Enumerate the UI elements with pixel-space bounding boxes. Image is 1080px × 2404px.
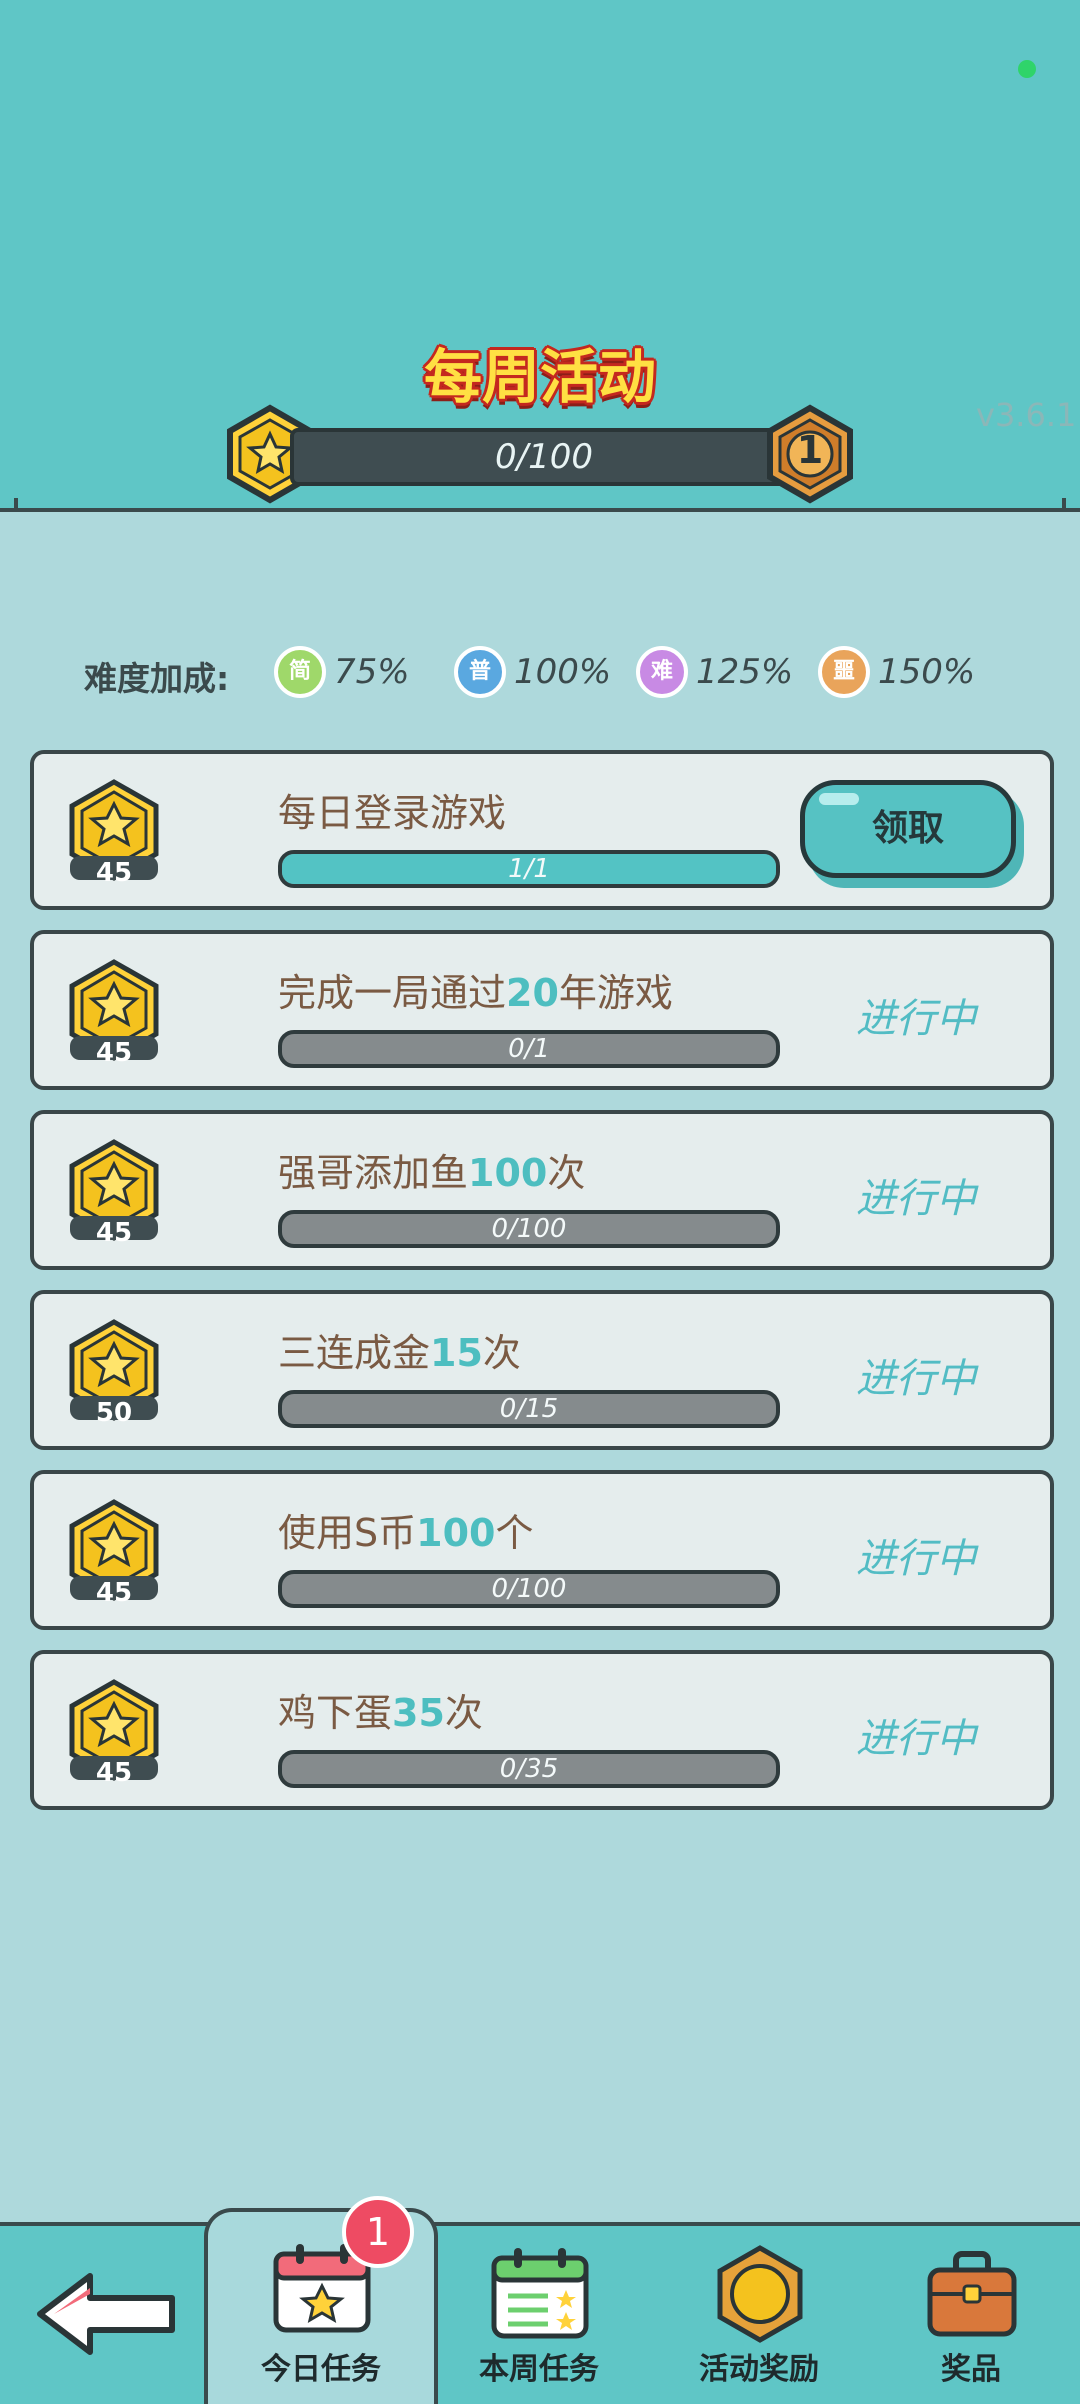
weekly-progress-text: 0/100 xyxy=(495,437,593,477)
task-progress-bar: 0/15 xyxy=(278,1390,780,1428)
task-progress-bar: 0/100 xyxy=(278,1210,780,1248)
checklist-calendar-icon xyxy=(491,2248,589,2339)
back-arrow-icon xyxy=(37,2273,175,2355)
task-name: 强哥添加鱼100次 xyxy=(278,1151,586,1195)
task-status: 进行中 xyxy=(856,1536,976,1582)
task-progress-bar: 0/35 xyxy=(278,1750,780,1788)
task-card: 45 强哥添加鱼100次 0/100 进行中 xyxy=(30,1110,1054,1270)
page-title: 每周活动 xyxy=(423,343,656,411)
task-name: 每日登录游戏 xyxy=(278,791,507,835)
task-progress-text: 0/1 xyxy=(508,1034,550,1064)
reward-value: 45 xyxy=(95,1218,133,1248)
claim-button-label: 领取 xyxy=(871,808,944,849)
task-progress-bar: 1/1 xyxy=(278,850,780,888)
bottom-nav: 今日任务 本周任务 活动奖励 奖品 xyxy=(0,2208,1080,2404)
claim-button[interactable]: 领取 xyxy=(800,780,1016,878)
task-status: 进行中 xyxy=(856,1176,976,1222)
task-progress-text: 0/35 xyxy=(499,1754,559,1784)
nav-label: 活动奖励 xyxy=(699,2352,819,2387)
task-progress-text: 1/1 xyxy=(508,854,550,884)
version-label: v3.6.1 xyxy=(976,396,1077,434)
nav-label: 奖品 xyxy=(941,2352,1001,2387)
bonus-label: 难度加成: xyxy=(84,659,230,698)
task-progress-text: 0/15 xyxy=(499,1394,559,1424)
reward-value: 50 xyxy=(95,1398,133,1428)
hard-coin-icon: 难 xyxy=(636,646,688,698)
task-name: 鸡下蛋35次 xyxy=(278,1691,483,1735)
reward-value: 45 xyxy=(95,858,133,888)
task-progress-bar: 0/100 xyxy=(278,1570,780,1608)
task-status: 进行中 xyxy=(856,996,976,1042)
task-progress-text: 0/100 xyxy=(491,1214,567,1244)
nav-tab-prizes[interactable]: 奖品 xyxy=(886,2226,1056,2404)
task-card: 45 使用S币100个 0/100 进行中 xyxy=(30,1470,1054,1630)
status-indicator-dot xyxy=(1018,60,1036,78)
task-status: 进行中 xyxy=(856,1356,976,1402)
task-name: 完成一局通过20年游戏 xyxy=(278,971,673,1015)
nav-label: 今日任务 xyxy=(261,2352,381,2387)
weekly-progress-bar: 0/100 xyxy=(290,428,798,486)
header: 每周活动 v3.6.1 0/100 1 xyxy=(0,0,1080,512)
header-divider xyxy=(0,498,1080,512)
gold-coin-icon xyxy=(717,2245,803,2343)
reward-level-number: 1 xyxy=(796,428,824,472)
task-name: 三连成金15次 xyxy=(278,1331,521,1375)
briefcase-icon xyxy=(927,2251,1017,2337)
nav-tab-week[interactable]: 本周任务 xyxy=(446,2226,632,2404)
reward-value: 45 xyxy=(95,1578,133,1608)
nav-tab-rewards[interactable]: 活动奖励 xyxy=(666,2226,852,2404)
task-card: 45 鸡下蛋35次 0/35 进行中 xyxy=(30,1650,1054,1810)
task-progress-text: 0/100 xyxy=(491,1574,567,1604)
reward-value: 45 xyxy=(95,1758,133,1788)
easy-coin-icon: 简 xyxy=(274,646,326,698)
task-card: 50 三连成金15次 0/15 进行中 xyxy=(30,1290,1054,1450)
task-card: 45 每日登录游戏 1/1 领取 xyxy=(30,750,1054,910)
notification-badge: 1 xyxy=(342,2196,414,2268)
reward-value: 45 xyxy=(95,1038,133,1068)
task-progress-bar: 0/1 xyxy=(278,1030,780,1068)
task-name: 使用S币100个 xyxy=(278,1511,534,1555)
nav-label: 本周任务 xyxy=(479,2352,599,2387)
task-status: 进行中 xyxy=(856,1716,976,1762)
nightmare-coin-icon: 噩 xyxy=(818,646,870,698)
normal-coin-icon: 普 xyxy=(454,646,506,698)
task-card: 45 完成一局通过20年游戏 0/1 进行中 xyxy=(30,930,1054,1090)
back-button[interactable] xyxy=(24,2226,184,2404)
difficulty-bonus-row: 难度加成: 简 75% 普 100% 难 125% 噩 150% xyxy=(84,642,1044,702)
